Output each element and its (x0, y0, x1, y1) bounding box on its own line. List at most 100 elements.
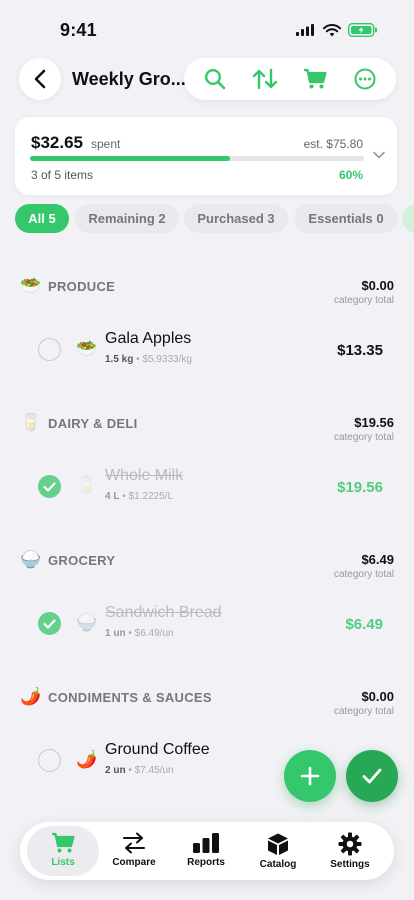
spent-label: spent (91, 137, 121, 151)
category-name: GROCERY (48, 553, 116, 568)
signal-icon (296, 24, 314, 36)
category-total: $19.56 (354, 415, 394, 430)
filter-all[interactable]: All 5 (15, 204, 69, 233)
item-icon: 🌶️ (76, 750, 98, 769)
add-item-button[interactable] (284, 750, 336, 802)
cart-button[interactable] (295, 59, 335, 99)
wifi-icon (323, 23, 341, 36)
tab-label: Reports (187, 857, 225, 868)
tab-label: Catalog (259, 859, 297, 870)
items-count: 3 of 5 items (31, 168, 94, 182)
category-name: PRODUCE (48, 279, 116, 294)
more-button[interactable] (345, 59, 385, 99)
chevron-down-icon[interactable] (373, 151, 385, 159)
item-unit-price: $5.9333/kg (142, 354, 192, 365)
item-quantity: 1 un (105, 628, 126, 639)
filter-purchased[interactable]: Purchased 3 (184, 204, 288, 233)
item-meta: 1 un • $6.49/un (105, 628, 174, 639)
tab-label: Lists (51, 857, 75, 868)
item-name: Gala Apples (105, 330, 192, 347)
filter-chips: All 5 Remaining 2 Purchased 3 Essentials… (15, 204, 414, 233)
header: Weekly Gro... (0, 58, 414, 102)
sort-button[interactable] (245, 59, 285, 99)
item-quantity: 1.5 kg (105, 354, 134, 365)
tab-label: Compare (112, 857, 156, 868)
category-icon: 🥗 (20, 276, 42, 295)
tab-settings[interactable]: Settings (314, 826, 386, 876)
budget-summary-card[interactable]: $32.65 spent est. $75.80 3 of 5 items 60… (15, 117, 397, 195)
category-total-label: category total (333, 706, 394, 717)
category-total-label: category total (333, 432, 394, 443)
compare-icon (123, 832, 145, 854)
item-icon: 🥗 (76, 339, 98, 358)
list-item[interactable]: 🍚 Sandwich Bread 1 un • $6.49/un $6.49 (0, 604, 414, 648)
item-quantity: 2 un (105, 765, 126, 776)
plus-icon (300, 766, 320, 786)
status-time: 9:41 (60, 20, 97, 40)
battery-icon (348, 23, 377, 37)
item-icon: 🥛 (76, 476, 98, 495)
category-total: $0.00 (361, 278, 394, 293)
checkmark-icon (362, 768, 382, 784)
category-header: 🥛 DAIRY & DELI $19.56 category total (0, 413, 414, 453)
status-bar: 9:41 (0, 0, 414, 58)
category-total: $0.00 (361, 689, 394, 704)
chevron-left-icon (34, 69, 46, 89)
item-name: Whole Milk (105, 467, 184, 484)
category-icon: 🍚 (20, 550, 42, 569)
estimate-amount: est. $75.80 (303, 137, 363, 151)
item-price: $19.56 (337, 479, 383, 496)
cart-icon (304, 68, 327, 89)
item-price: $13.35 (337, 342, 383, 359)
item-meta: 4 L • $1.2225/L (105, 491, 174, 502)
progress-percent: 60% (338, 168, 363, 182)
item-name: Ground Coffee (105, 741, 210, 758)
tab-lists[interactable]: Lists (27, 826, 99, 876)
item-icon: 🍚 (76, 613, 98, 632)
category-total: $6.49 (361, 552, 394, 567)
category-header: 🌶️ CONDIMENTS & SAUCES $0.00 category to… (0, 687, 414, 727)
item-unit-price: $6.49/un (134, 628, 174, 639)
toolbar (184, 58, 396, 100)
tab-reports[interactable]: Reports (170, 826, 242, 876)
category-total-label: category total (333, 569, 394, 580)
item-checkbox-checked[interactable] (38, 475, 61, 498)
status-icons (296, 23, 378, 37)
bar-chart-icon (193, 833, 219, 853)
item-checkbox-checked[interactable] (38, 612, 61, 635)
filter-remaining[interactable]: Remaining 2 (75, 204, 179, 233)
tab-label: Settings (330, 859, 370, 870)
category-name: CONDIMENTS & SAUCES (48, 690, 212, 705)
list-item[interactable]: 🥛 Whole Milk 4 L • $1.2225/L $19.56 (0, 467, 414, 511)
item-unit-price: $1.2225/L (128, 491, 174, 502)
item-quantity: 4 L (105, 491, 120, 502)
more-icon (354, 68, 376, 90)
category-name: DAIRY & DELI (48, 416, 138, 431)
item-unit-price: $7.45/un (134, 765, 174, 776)
sort-icon (252, 68, 278, 90)
complete-list-button[interactable] (346, 750, 398, 802)
checkmark-icon (43, 618, 56, 629)
category-total-label: category total (333, 295, 394, 306)
box-icon (268, 833, 288, 855)
search-icon (204, 68, 226, 90)
tab-catalog[interactable]: Catalog (242, 826, 314, 876)
cart-icon (52, 832, 75, 853)
spent-amount: $32.65 (31, 133, 83, 152)
filter-essentials[interactable]: Essentials 0 (294, 204, 398, 233)
category-header: 🍚 GROCERY $6.49 category total (0, 550, 414, 590)
tab-bar: Lists Compare Reports Catalog Settings (20, 822, 394, 880)
page-title: Weekly Gro... (72, 69, 186, 89)
category-header: 🥗 PRODUCE $0.00 category total (0, 276, 414, 316)
item-checkbox[interactable] (38, 338, 61, 361)
item-meta: 1.5 kg • $5.9333/kg (105, 354, 192, 365)
list-item[interactable]: 🥗 Gala Apples 1.5 kg • $5.9333/kg $13.35 (0, 330, 414, 374)
tab-compare[interactable]: Compare (98, 826, 170, 876)
progress-bar (30, 156, 364, 161)
search-button[interactable] (195, 59, 235, 99)
back-button[interactable] (19, 58, 61, 100)
checkmark-icon (43, 481, 56, 492)
filter-more[interactable] (402, 204, 414, 233)
item-checkbox[interactable] (38, 749, 61, 772)
item-name: Sandwich Bread (105, 604, 222, 621)
